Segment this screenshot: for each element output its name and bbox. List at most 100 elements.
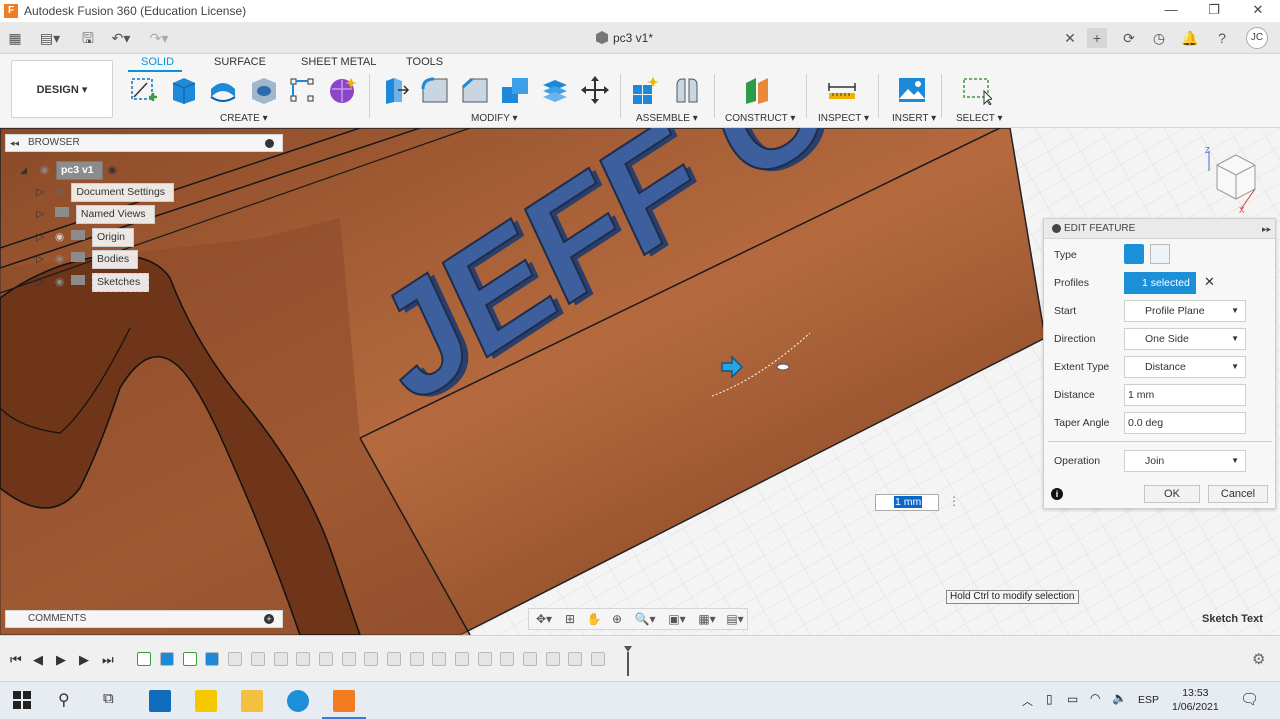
timeline-feature-icon[interactable] xyxy=(274,652,288,666)
timeline-feature-icon[interactable] xyxy=(319,652,333,666)
hole-icon[interactable] xyxy=(248,75,278,105)
expand-root-icon[interactable]: ◢ xyxy=(20,165,27,175)
ok-button[interactable]: OK xyxy=(1144,485,1200,503)
timeline-feature-icon[interactable] xyxy=(478,652,492,666)
close-window-button[interactable]: ✕ xyxy=(1236,0,1280,22)
workspace-switcher-button[interactable]: DESIGN ▾ xyxy=(11,60,113,118)
revolve-icon[interactable] xyxy=(208,75,238,105)
timeline-feature-icon[interactable] xyxy=(455,652,469,666)
look-at-icon[interactable]: ⊞ xyxy=(562,612,578,626)
insert-menu[interactable]: INSERT ▾ xyxy=(892,113,936,124)
visibility-eye-icon[interactable]: ◉ xyxy=(40,164,49,176)
windows-start-icon[interactable] xyxy=(12,690,34,712)
add-comment-icon[interactable]: + xyxy=(264,614,274,624)
tree-item-sketches[interactable]: ▷ ◉ Sketches xyxy=(36,273,150,292)
dialog-minus-icon[interactable] xyxy=(1052,224,1061,233)
timeline-feature-icon[interactable] xyxy=(432,652,446,666)
notification-center-icon[interactable]: 🗨 xyxy=(1240,690,1259,708)
expand-arrow-icon[interactable]: ▷ xyxy=(36,208,44,220)
collapse-panel-icon[interactable]: ◂◂ xyxy=(10,135,19,151)
create-menu[interactable]: CREATE ▾ xyxy=(220,113,268,124)
play-icon[interactable]: ▶ xyxy=(56,652,66,668)
extrude-drag-arrow[interactable] xyxy=(720,355,744,379)
job-status-icon[interactable]: ◷ xyxy=(1149,28,1169,48)
help-icon[interactable]: ? xyxy=(1212,28,1232,48)
timeline-feature-icon[interactable] xyxy=(228,652,242,666)
expand-arrow-icon[interactable]: ▷ xyxy=(36,253,44,265)
timeline-feature-icon[interactable] xyxy=(342,652,356,666)
extrude-icon[interactable] xyxy=(168,75,198,105)
assemble-menu[interactable]: ASSEMBLE ▾ xyxy=(636,113,698,124)
tree-item-bodies[interactable]: ▷ ◉ Bodies xyxy=(36,250,139,269)
expand-arrow-icon[interactable]: ▷ xyxy=(36,231,44,243)
timeline-marker[interactable] xyxy=(624,646,632,676)
view-cube[interactable]: ZX xyxy=(1203,143,1263,215)
operation-select[interactable]: Join ▼ xyxy=(1124,450,1246,472)
extensions-icon[interactable]: ⟳ xyxy=(1119,28,1139,48)
timeline-feature-icon[interactable] xyxy=(500,652,514,666)
pattern-icon[interactable] xyxy=(287,75,317,105)
type-thin-icon[interactable] xyxy=(1150,244,1170,264)
visibility-eye-icon[interactable]: ◉ xyxy=(55,276,64,288)
tree-item-origin[interactable]: ▷ ◉ Origin xyxy=(36,228,135,247)
mail-icon[interactable] xyxy=(149,690,171,712)
panel-options-icon[interactable] xyxy=(265,139,274,148)
joint-icon[interactable] xyxy=(672,75,702,105)
new-tab-icon[interactable]: + xyxy=(1087,28,1107,48)
user-avatar[interactable]: JC xyxy=(1246,27,1268,49)
system-clock[interactable]: 13:53 1/06/2021 xyxy=(1172,686,1219,714)
hidden-eye-icon[interactable]: ◉ xyxy=(55,231,64,243)
restore-button[interactable]: ❐ xyxy=(1192,0,1236,22)
select-menu[interactable]: SELECT ▾ xyxy=(956,113,1003,124)
display-settings-icon[interactable]: ▣▾ xyxy=(665,612,689,626)
clear-selection-icon[interactable]: ✕ xyxy=(1204,274,1215,290)
offset-plane-icon[interactable] xyxy=(743,75,773,105)
timeline-sketch-icon[interactable] xyxy=(183,652,197,666)
sticky-notes-icon[interactable] xyxy=(195,690,217,712)
search-icon[interactable]: ⚲ xyxy=(58,690,80,712)
timeline-feature-icon[interactable] xyxy=(251,652,265,666)
insert-image-icon[interactable] xyxy=(897,75,927,105)
expand-arrow-icon[interactable]: ▷ xyxy=(36,186,44,198)
step-back-icon[interactable]: ◀ xyxy=(33,652,43,668)
pan-icon[interactable]: ✋ xyxy=(586,612,602,626)
timeline-feature-icon[interactable] xyxy=(523,652,537,666)
document-tab[interactable]: pc3 v1* ✕ xyxy=(0,22,1084,54)
move-copy-icon[interactable] xyxy=(580,75,610,105)
more-options-icon[interactable]: ⋮ xyxy=(948,494,960,508)
fit-icon[interactable]: 🔍▾ xyxy=(633,612,657,626)
minimize-button[interactable]: — xyxy=(1149,0,1193,22)
cancel-button[interactable]: Cancel xyxy=(1208,485,1268,503)
timeline-extrude-icon[interactable] xyxy=(160,652,174,666)
distance-input[interactable]: 1 mm xyxy=(1124,384,1246,406)
press-pull-icon[interactable] xyxy=(380,75,410,105)
tree-item-named-views[interactable]: ▷ Named Views xyxy=(36,205,155,224)
distance-input-overlay[interactable]: 1 mm xyxy=(875,494,939,511)
extent-select[interactable]: Distance ▼ xyxy=(1124,356,1246,378)
measure-icon[interactable] xyxy=(827,75,857,105)
tab-tools[interactable]: TOOLS xyxy=(406,56,443,68)
step-forward-icon[interactable]: ▶ xyxy=(79,652,89,668)
offset-face-icon[interactable] xyxy=(540,75,570,105)
file-explorer-icon[interactable] xyxy=(241,690,263,712)
viewports-icon[interactable]: ▤▾ xyxy=(723,612,747,626)
timeline-feature-icon[interactable] xyxy=(296,652,310,666)
timeline-feature-icon[interactable] xyxy=(546,652,560,666)
profiles-selection-button[interactable]: 1 selected xyxy=(1124,272,1196,294)
tree-item-document-settings[interactable]: ▷ ⚙ Document Settings xyxy=(36,183,175,202)
tab-sheet-metal[interactable]: SHEET METAL xyxy=(301,56,376,68)
edge-browser-icon[interactable] xyxy=(287,690,309,712)
language-indicator[interactable]: ESP xyxy=(1138,694,1159,706)
close-tab-icon[interactable]: ✕ xyxy=(1060,28,1080,48)
tray-chevron-icon[interactable]: ︿ xyxy=(1022,693,1033,709)
orbit-icon[interactable]: ✥▾ xyxy=(533,612,555,626)
go-to-start-icon[interactable]: ⏮ xyxy=(10,652,22,668)
timeline-feature-icon[interactable] xyxy=(568,652,582,666)
taper-angle-input[interactable]: 0.0 deg xyxy=(1124,412,1246,434)
fillet-icon[interactable] xyxy=(420,75,450,105)
visibility-eye-icon[interactable]: ◉ xyxy=(55,253,64,265)
type-solid-icon[interactable] xyxy=(1124,244,1144,264)
fusion-taskbar-icon[interactable] xyxy=(333,690,355,712)
tray-device-icon[interactable]: ▯ xyxy=(1046,692,1053,706)
timeline-sketch-icon[interactable] xyxy=(137,652,151,666)
